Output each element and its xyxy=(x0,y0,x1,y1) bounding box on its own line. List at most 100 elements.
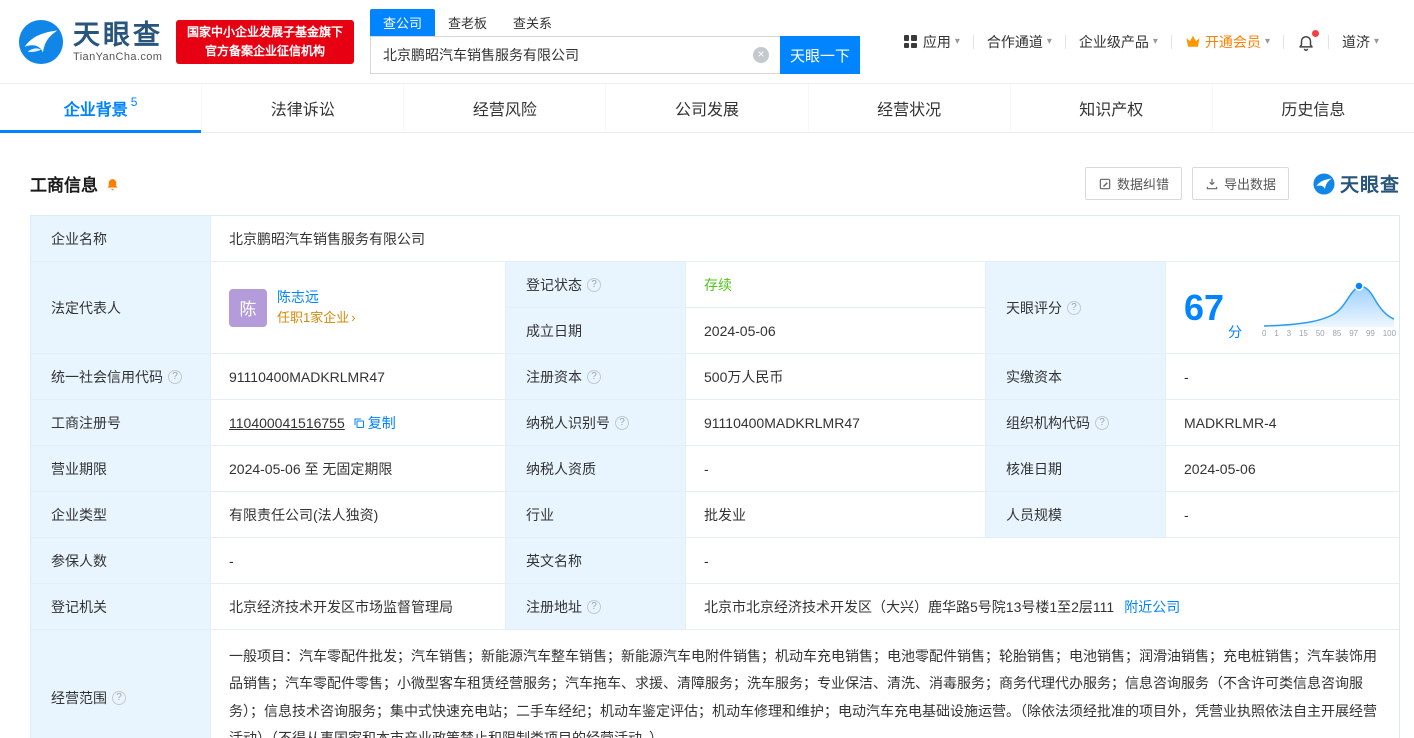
top-header: 天眼查 TianYanCha.com 国家中小企业发展子基金旗下 官方备案企业征… xyxy=(0,0,1414,84)
watermark-brand-name: 天眼查 xyxy=(1340,170,1400,197)
copy-button[interactable]: 复制 xyxy=(353,413,396,433)
nav-vip-upgrade[interactable]: 开通会员 xyxy=(1172,32,1283,52)
search-tab-company[interactable]: 查公司 xyxy=(370,9,435,36)
copy-icon xyxy=(353,417,365,429)
score-chart: 0131550859799100 xyxy=(1262,278,1396,338)
row-credit-code: 统一社会信用代码 91110400MADKRLMR47 注册资本 500万人民币… xyxy=(31,354,1399,400)
tab-history-info[interactable]: 历史信息 xyxy=(1212,84,1414,132)
legal-rep-link[interactable]: 陈志远 xyxy=(277,289,356,306)
org-code-value: MADKRLMR-4 xyxy=(1166,400,1399,445)
chevron-down-icon xyxy=(1047,36,1052,47)
nearby-companies-link[interactable]: 附近公司 xyxy=(1124,597,1180,617)
tab-company-background[interactable]: 企业背景 5 xyxy=(0,84,201,132)
establish-date-value: 2024-05-06 xyxy=(686,308,986,353)
chevron-down-icon xyxy=(1265,36,1270,47)
field-label-business-term: 营业期限 xyxy=(31,446,211,491)
tianyancha-logo[interactable]: 天眼查 TianYanCha.com xyxy=(18,19,163,65)
search-tab-boss[interactable]: 查老板 xyxy=(435,9,500,36)
tenure-link[interactable]: 任职1家企业 xyxy=(277,310,356,326)
tab-label: 法律诉讼 xyxy=(271,96,335,120)
company-type-value: 有限责任公司(法人独资) xyxy=(211,492,506,537)
row-reg-authority: 登记机关 北京经济技术开发区市场监督管理局 注册地址 北京市北京经济技术开发区（… xyxy=(31,584,1399,630)
export-data-button[interactable]: 导出数据 xyxy=(1192,167,1289,200)
tab-label: 企业背景 xyxy=(64,96,128,120)
data-correction-button[interactable]: 数据纠错 xyxy=(1085,167,1182,200)
nav-partners[interactable]: 合作通道 xyxy=(974,32,1065,52)
watermark-logo: 天眼查 xyxy=(1313,170,1400,197)
company-name-value: 北京鹏昭汽车销售服务有限公司 xyxy=(211,216,1399,261)
score-value: 67 xyxy=(1184,290,1224,326)
search-tab-relation[interactable]: 查关系 xyxy=(500,9,565,36)
tab-operation-risk[interactable]: 经营风险 xyxy=(403,84,605,132)
english-name-value: - xyxy=(686,538,1399,583)
help-icon[interactable] xyxy=(1095,416,1109,430)
industry-value: 批发业 xyxy=(686,492,986,537)
help-icon[interactable] xyxy=(615,416,629,430)
field-label-paid-capital: 实缴资本 xyxy=(986,354,1166,399)
field-label-address: 注册地址 xyxy=(506,584,686,629)
nav-vip-label: 开通会员 xyxy=(1205,32,1261,52)
field-label-credit-code: 统一社会信用代码 xyxy=(31,354,211,399)
help-icon[interactable] xyxy=(587,370,601,384)
help-icon[interactable] xyxy=(587,278,601,292)
badge-line2: 官方备案企业征信机构 xyxy=(187,42,343,61)
edit-document-icon xyxy=(1098,177,1112,191)
tab-intellectual-property[interactable]: 知识产权 xyxy=(1010,84,1212,132)
clear-search-icon[interactable] xyxy=(753,47,769,63)
nav-user-menu[interactable]: 道济 xyxy=(1329,32,1392,52)
nav-apps-label: 应用 xyxy=(923,32,951,52)
top-navigation: 应用 合作通道 企业级产品 开通会员 xyxy=(891,32,1392,52)
notification-dot xyxy=(1312,30,1319,37)
help-icon[interactable] xyxy=(1067,301,1081,315)
search-input[interactable] xyxy=(370,36,780,74)
tab-legal-litigation[interactable]: 法律诉讼 xyxy=(201,84,403,132)
row-legal-rep: 法定代表人 陈 陈志远 任职1家企业 登记状态 存续 成立日期 2024-05-… xyxy=(31,262,1399,354)
score-curve-chart xyxy=(1262,278,1396,328)
help-icon[interactable] xyxy=(168,370,182,384)
score-axis-ticks: 0131550859799100 xyxy=(1262,329,1396,338)
paid-capital-value: - xyxy=(1166,354,1399,399)
nav-enterprise-products[interactable]: 企业级产品 xyxy=(1066,32,1171,52)
field-label-industry: 行业 xyxy=(506,492,686,537)
gov-certification-badge: 国家中小企业发展子基金旗下 官方备案企业征信机构 xyxy=(176,20,354,64)
tab-company-development[interactable]: 公司发展 xyxy=(605,84,807,132)
brand-wave-icon xyxy=(1313,173,1335,195)
field-label-business-scope: 经营范围 xyxy=(31,630,211,738)
legal-rep-cell: 陈 陈志远 任职1家企业 xyxy=(211,262,506,353)
brand-domain: TianYanCha.com xyxy=(73,51,163,64)
approval-date-value: 2024-05-06 xyxy=(1166,446,1399,491)
address-value: 北京市北京经济技术开发区（大兴）鹿华路5号院13号楼1至2层111 附近公司 xyxy=(686,584,1399,629)
business-scope-value: 一般项目：汽车零配件批发；汽车销售；新能源汽车整车销售；新能源汽车电附件销售；机… xyxy=(211,630,1399,738)
reg-authority-value: 北京经济技术开发区市场监督管理局 xyxy=(211,584,506,629)
score-cell: 67 分 0131550859799100 xyxy=(1166,262,1408,353)
field-label-legal-rep: 法定代表人 xyxy=(31,262,211,353)
notifications-button[interactable] xyxy=(1284,33,1328,51)
subscribe-bell-icon[interactable] xyxy=(105,176,120,191)
nav-apps[interactable]: 应用 xyxy=(891,32,973,52)
nav-partners-label: 合作通道 xyxy=(987,32,1043,52)
field-label-taxpayer-quality: 纳税人资质 xyxy=(506,446,686,491)
row-insured: 参保人数 - 英文名称 - xyxy=(31,538,1399,584)
field-label-insured: 参保人数 xyxy=(31,538,211,583)
chevron-down-icon xyxy=(1374,36,1379,47)
credit-code-value: 91110400MADKRLMR47 xyxy=(211,354,506,399)
help-icon[interactable] xyxy=(587,600,601,614)
score-unit: 分 xyxy=(1228,322,1242,342)
field-label-company-name: 企业名称 xyxy=(31,216,211,261)
help-icon[interactable] xyxy=(112,691,126,705)
row-business-term: 营业期限 2024-05-06 至 无固定期限 纳税人资质 - 核准日期 202… xyxy=(31,446,1399,492)
tab-label: 经营风险 xyxy=(473,96,537,120)
nav-enterprise-label: 企业级产品 xyxy=(1079,32,1149,52)
brand-name: 天眼查 xyxy=(73,20,163,51)
tab-operation-status[interactable]: 经营状况 xyxy=(808,84,1010,132)
company-section-tabs: 企业背景 5 法律诉讼 经营风险 公司发展 经营状况 知识产权 历史信息 xyxy=(0,84,1414,133)
field-label-staff-size: 人员规模 xyxy=(986,492,1166,537)
chevron-down-icon xyxy=(1153,36,1158,47)
field-label-approval-date: 核准日期 xyxy=(986,446,1166,491)
insured-value: - xyxy=(211,538,506,583)
row-company-type: 企业类型 有限责任公司(法人独资) 行业 批发业 人员规模 - xyxy=(31,492,1399,538)
brand-wave-icon xyxy=(18,19,64,65)
tab-label: 知识产权 xyxy=(1079,96,1143,120)
search-button[interactable]: 天眼一下 xyxy=(780,36,860,74)
field-label-reg-authority: 登记机关 xyxy=(31,584,211,629)
